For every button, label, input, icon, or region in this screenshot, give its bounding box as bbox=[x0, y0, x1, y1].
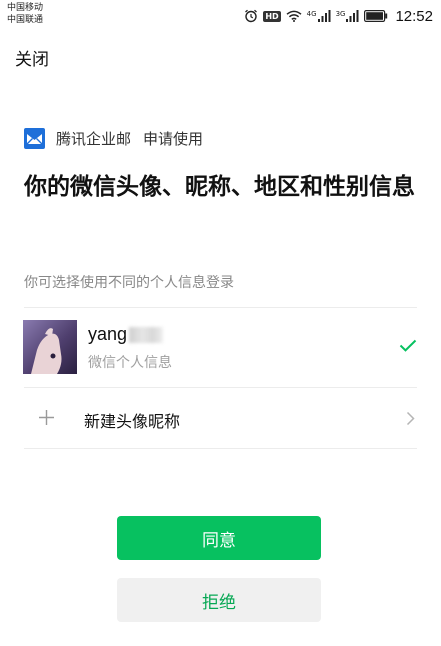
signal-1: 4G bbox=[307, 10, 331, 22]
profile-nickname: yang bbox=[88, 324, 164, 345]
carrier-info: 中国移动 中国联通 bbox=[7, 2, 43, 26]
plus-icon bbox=[39, 410, 54, 425]
avatar bbox=[23, 320, 77, 374]
signal-2: 3G bbox=[336, 10, 360, 22]
profile-option-wechat[interactable]: yang 微信个人信息 bbox=[0, 308, 441, 386]
app-action: 申请使用 bbox=[143, 130, 204, 148]
new-avatar-nickname-label: 新建头像昵称 bbox=[84, 412, 181, 431]
page-subtitle: 你可选择使用不同的个人信息登录 bbox=[24, 275, 234, 291]
hd-badge: HD bbox=[263, 10, 281, 22]
chevron-right-icon bbox=[406, 411, 415, 426]
alarm-icon bbox=[245, 9, 258, 23]
app-name: 腾讯企业邮 bbox=[56, 130, 132, 148]
page-title: 你的微信头像、昵称、地区和性别信息 bbox=[24, 174, 415, 200]
network-type-1: 4G bbox=[306, 10, 317, 18]
profile-nickname-text: yang bbox=[88, 324, 128, 344]
check-icon bbox=[399, 339, 417, 352]
close-button[interactable]: 关闭 bbox=[15, 45, 49, 70]
network-type-2: 3G bbox=[335, 10, 346, 18]
new-avatar-nickname-option[interactable]: 新建头像昵称 bbox=[0, 388, 441, 448]
wifi-icon bbox=[286, 10, 302, 22]
battery-icon bbox=[364, 10, 388, 22]
tencent-exmail-logo-icon bbox=[24, 128, 45, 149]
divider bbox=[24, 448, 417, 449]
status-time: 12:52 bbox=[395, 7, 433, 25]
profile-description: 微信个人信息 bbox=[88, 355, 172, 371]
nickname-blur-mask bbox=[129, 326, 164, 343]
signal-icon bbox=[317, 10, 331, 22]
app-header: 腾讯企业邮 申请使用 bbox=[24, 128, 203, 149]
carrier-2: 中国联通 bbox=[7, 15, 44, 25]
signal-icon bbox=[346, 10, 359, 22]
status-icons: HD 4G 3G 12:52 bbox=[244, 6, 433, 26]
reject-button[interactable]: 拒绝 bbox=[117, 578, 321, 622]
avatar-image bbox=[23, 320, 77, 374]
status-bar: 中国移动 中国联通 HD 4G 3G 12:52 bbox=[0, 0, 441, 32]
agree-button[interactable]: 同意 bbox=[117, 516, 321, 560]
carrier-1: 中国移动 bbox=[7, 3, 44, 13]
